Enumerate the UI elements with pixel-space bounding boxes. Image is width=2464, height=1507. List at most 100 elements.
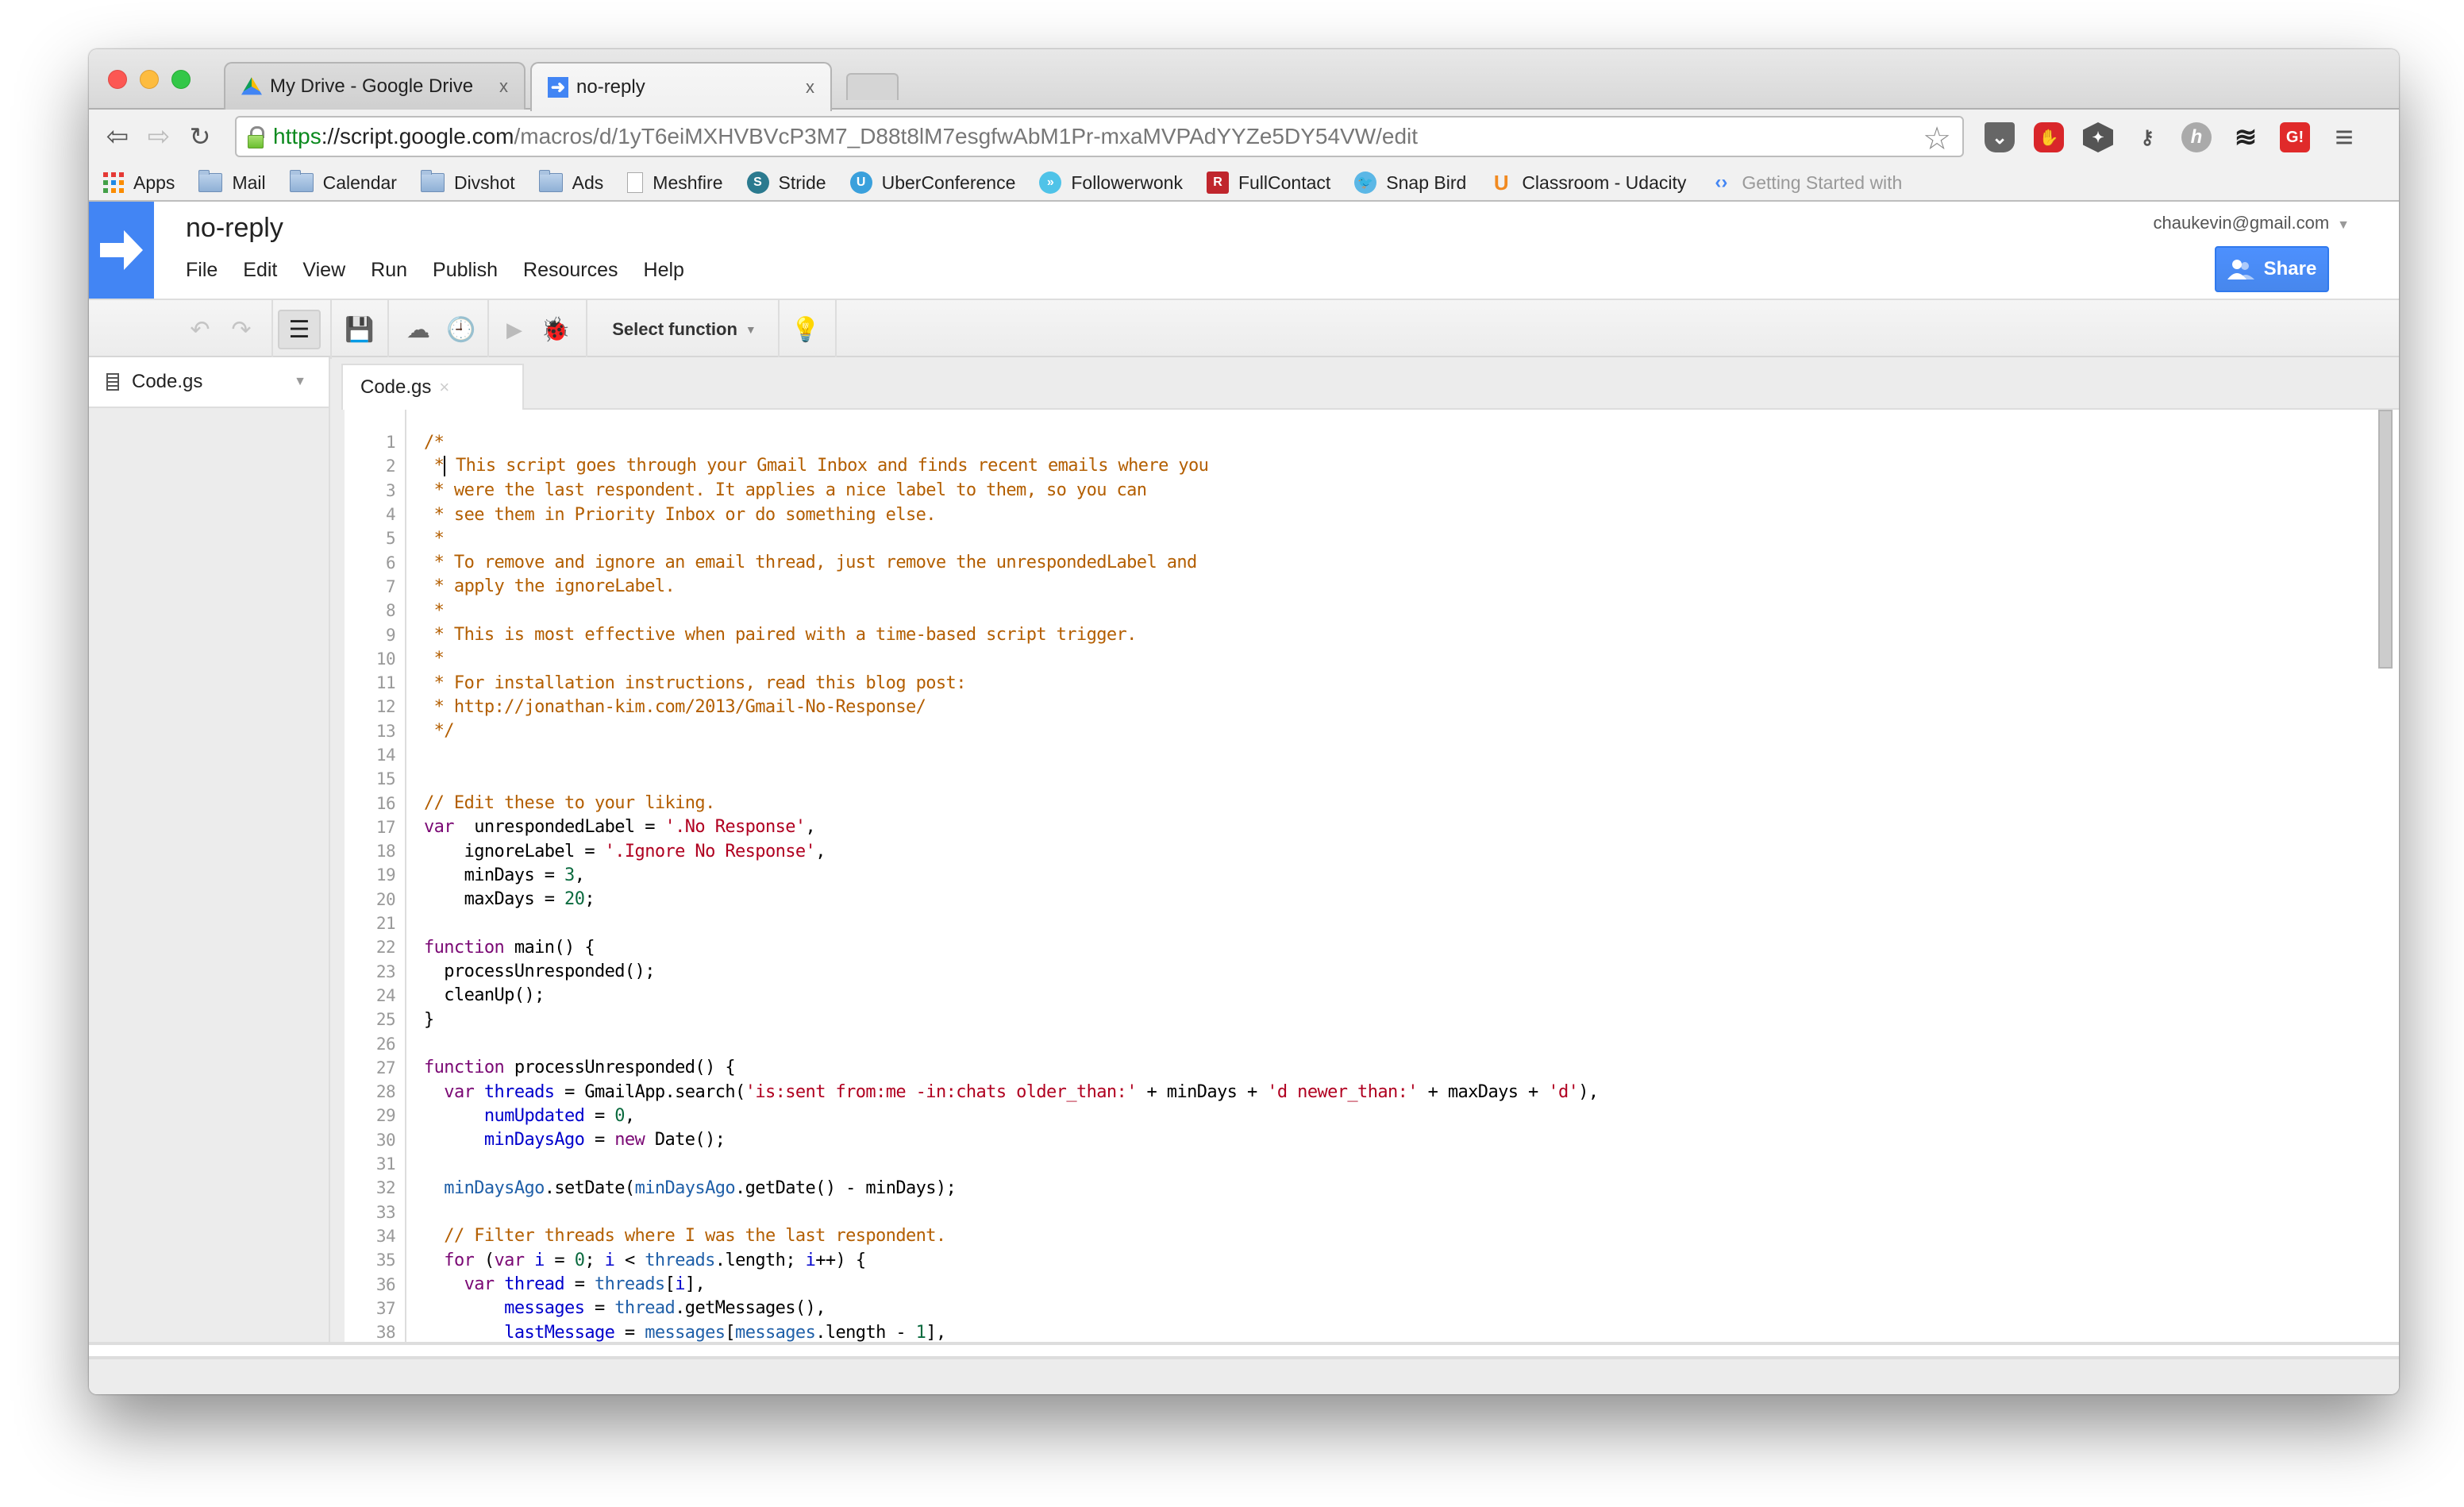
code-token: // Filter threads where I was the last r… [444, 1226, 946, 1247]
editor-tab-code-gs[interactable]: Code.gs × [341, 364, 524, 410]
h-extension-icon[interactable]: h [2181, 122, 2212, 152]
bookmark-calendar[interactable]: Calendar [289, 170, 397, 194]
share-button[interactable]: Share [2215, 246, 2329, 292]
undo-icon[interactable]: ↶ [184, 310, 216, 349]
code-line: 13 */ [345, 719, 2399, 743]
code-token: i [675, 1274, 685, 1295]
pocket-icon[interactable]: ⌄ [1985, 122, 2015, 152]
menu-help[interactable]: Help [644, 259, 684, 282]
line-number: 15 [375, 769, 396, 789]
back-arrow-icon[interactable]: ⇦ [100, 119, 135, 154]
reload-icon[interactable]: ↻ [183, 119, 218, 154]
project-title[interactable]: no-reply [186, 213, 283, 244]
bookmark-meshfire[interactable]: Meshfire [627, 172, 723, 194]
bookmark-ads[interactable]: Ads [538, 170, 603, 194]
triggers-clock-icon[interactable]: 🕘 [441, 310, 481, 349]
run-icon[interactable]: ▶ [499, 310, 530, 349]
new-tab-button[interactable] [846, 73, 899, 100]
tab-title: no-reply [576, 76, 645, 98]
code-text: * apply the ignoreLabel. [424, 576, 676, 597]
bookmark-apps[interactable]: Apps [103, 172, 175, 194]
menu-view[interactable]: View [302, 259, 345, 282]
zoom-window-button[interactable] [171, 70, 191, 89]
snapbird-icon: 🐦 [1354, 172, 1377, 194]
chevron-down-icon[interactable]: ▼ [294, 375, 306, 389]
bookmark-mail[interactable]: Mail [198, 170, 266, 194]
bookmark-uberconference[interactable]: U UberConference [849, 172, 1016, 194]
bookmark-star-icon[interactable]: ☆ [1923, 121, 1951, 157]
lightbulb-icon[interactable]: 💡 [786, 310, 826, 349]
code-line: 19 minDays = 3, [345, 863, 2399, 887]
menu-file[interactable]: File [186, 259, 218, 282]
file-item-code-gs[interactable]: Code.gs ▼ [89, 357, 329, 408]
bookmark-label: Calendar [322, 172, 397, 193]
menu-resources[interactable]: Resources [523, 259, 618, 282]
code-text: minDays = 3, [424, 865, 585, 885]
bookmark-divshot[interactable]: Divshot [420, 170, 515, 194]
vertical-scrollbar[interactable] [2378, 410, 2393, 669]
select-function-dropdown[interactable]: Select function ▼ [597, 310, 772, 349]
code-text: maxDays = 20; [424, 889, 595, 909]
line-number: 1 [385, 433, 396, 453]
code-token: .setDate( [544, 1177, 635, 1198]
code-text: minDaysAgo.setDate(minDaysAgo.getDate() … [424, 1177, 957, 1198]
bookmark-snap-bird[interactable]: 🐦 Snap Bird [1354, 172, 1466, 194]
code-token: '.No Response' [664, 817, 807, 838]
address-bar[interactable]: https://script.google.com/macros/d/1yT6e… [235, 116, 1964, 157]
close-tab-icon[interactable]: x [806, 77, 814, 98]
close-icon[interactable]: × [439, 377, 449, 398]
save-icon[interactable]: 💾 [340, 310, 379, 349]
line-number: 6 [385, 553, 396, 572]
lock-icon [248, 126, 264, 148]
adblock-icon[interactable]: ✋ [2034, 122, 2064, 152]
bookmark-fullcontact[interactable]: R FullContact [1206, 172, 1330, 194]
tab-no-reply[interactable]: ➜ no-reply x [530, 62, 832, 111]
fullcontact-icon: R [1206, 172, 1229, 194]
code-editor[interactable]: 1/* 2 * This script goes through your Gma… [345, 408, 2399, 1342]
uberconference-icon: U [849, 172, 872, 194]
hexagon-extension-icon[interactable]: ✦ [2083, 122, 2113, 152]
code-token: var [494, 1250, 526, 1270]
code-line: 9 * This is most effective when paired w… [345, 622, 2399, 646]
bookmark-label: Followerwonk [1071, 172, 1183, 193]
buffer-icon[interactable]: ≋ [2231, 122, 2261, 152]
deploy-cloud-icon[interactable]: ☁ [398, 310, 438, 349]
apps-script-logo[interactable] [89, 202, 154, 299]
menu-edit[interactable]: Edit [243, 259, 277, 282]
line-number: 26 [375, 1034, 396, 1054]
bookmark-label: UberConference [881, 172, 1016, 193]
menu-run[interactable]: Run [371, 259, 407, 282]
code-text: cleanUp(); [424, 985, 545, 1005]
bookmark-stride[interactable]: S Stride [746, 172, 826, 194]
code-token: 0 [614, 1105, 625, 1126]
account-menu[interactable]: chaukevin@gmail.com ▼ [2154, 213, 2350, 233]
grammarly-g-icon[interactable]: G! [2280, 122, 2310, 152]
code-line: 23 processUnresponded(); [345, 960, 2399, 984]
code-token: = [584, 1298, 615, 1319]
debug-bug-icon[interactable]: 🐞 [538, 310, 573, 349]
code-line: 30 minDaysAgo = new Date(); [345, 1128, 2399, 1152]
tab-google-drive[interactable]: My Drive - Google Drive x [224, 62, 526, 110]
redo-icon[interactable]: ↷ [225, 310, 257, 349]
code-token: = [584, 1130, 615, 1150]
code-line: 22 function main() { [345, 935, 2399, 959]
code-token: * apply the ignoreLabel. [424, 576, 676, 597]
code-token: + minDays + [1136, 1081, 1268, 1102]
key-icon[interactable]: ⚷ [2132, 122, 2162, 152]
line-number: 13 [375, 721, 396, 741]
menu-publish[interactable]: Publish [433, 259, 498, 282]
menu-icon[interactable]: ≡ [2329, 120, 2359, 155]
code-line: 35 for (var i = 0; i < threads.length; i… [345, 1248, 2399, 1272]
minimize-window-button[interactable] [140, 70, 159, 89]
code-token: , [574, 865, 585, 885]
forward-arrow-icon[interactable]: ⇨ [141, 119, 176, 154]
bookmark-classroom-udacity[interactable]: U Classroom - Udacity [1490, 171, 1686, 195]
indent-toggle-icon[interactable]: ☰ [278, 310, 321, 349]
line-number: 30 [375, 1130, 396, 1150]
bookmark-followerwonk[interactable]: » Followerwonk [1039, 172, 1183, 194]
bookmark-getting-started-with[interactable]: ‹› Getting Started with [1710, 172, 1902, 194]
code-token: numUpdated [483, 1105, 585, 1126]
close-tab-icon[interactable]: x [499, 76, 508, 97]
close-window-button[interactable] [108, 70, 127, 89]
